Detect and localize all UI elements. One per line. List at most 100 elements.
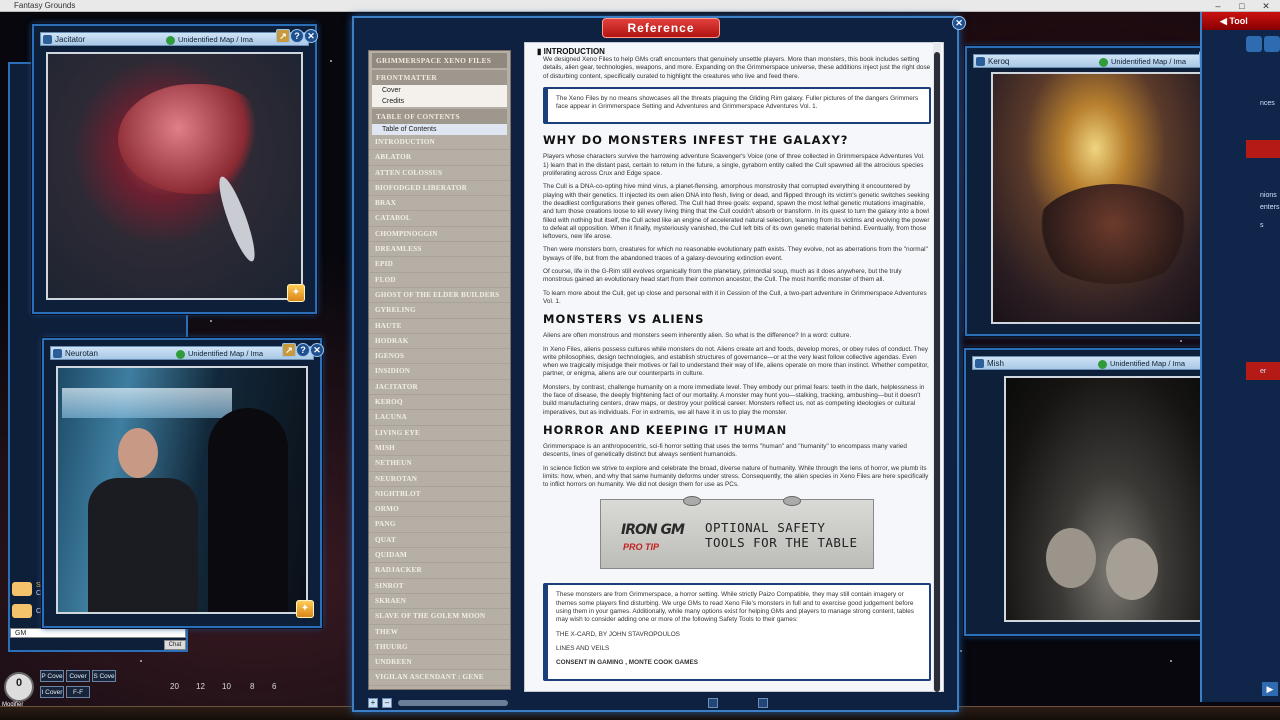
reference-window[interactable]: Reference ✕ Grimmerspace Xeno Files Fron… (352, 16, 966, 712)
toc-entry[interactable]: Quat (369, 533, 510, 549)
p-cover-button[interactable]: P Cove (40, 670, 64, 682)
i-cover-button[interactable]: I Cover (40, 686, 64, 698)
toc-entry[interactable]: Sinrot (369, 579, 510, 594)
toc-entry[interactable]: Flod (369, 273, 510, 288)
window-title-bar[interactable]: Neurotan Unidentified Map / Ima (50, 346, 314, 360)
library-item[interactable]: er (1260, 364, 1280, 380)
library-item[interactable]: enters (1260, 200, 1280, 216)
tool-header[interactable]: ◀ Tool (1202, 12, 1280, 30)
toc-entry[interactable]: Catabol (369, 211, 510, 227)
scrollbar-thumb[interactable] (934, 52, 940, 692)
toc-entry[interactable]: Quidam (369, 548, 510, 564)
toc-entry[interactable]: Igenos (369, 349, 510, 365)
remove-icon[interactable]: – (382, 698, 392, 708)
modifier-box[interactable]: 0 (4, 672, 34, 702)
window-title-bar[interactable]: Mish Unidentified Map / Ima (972, 356, 1236, 370)
d6-icon[interactable]: 6 (272, 682, 276, 691)
cover-button[interactable]: Cover (66, 670, 90, 682)
id-status[interactable]: Unidentified Map / Ima (1099, 56, 1186, 67)
share-icon[interactable]: ✦ (296, 600, 314, 618)
d8-icon[interactable]: 8 (250, 682, 254, 691)
play-icon[interactable]: ▶ (1262, 682, 1278, 696)
close-icon[interactable]: ✕ (952, 16, 966, 30)
toc-entry[interactable]: Mish (369, 441, 510, 457)
toc-entry[interactable]: Brax (369, 196, 510, 212)
toc-entry[interactable]: Dreamless (369, 242, 510, 258)
toc-entry[interactable]: Haute (369, 319, 510, 334)
library-item[interactable]: nces (1260, 96, 1280, 112)
document-scrollbar[interactable] (933, 42, 941, 692)
minimize-icon[interactable]: – (1206, 0, 1230, 12)
toc-entry[interactable]: Thuurg (369, 640, 510, 656)
chat-send-button[interactable]: Chat (164, 640, 186, 650)
toc-entry[interactable]: Epid (369, 257, 510, 273)
close-icon[interactable]: ✕ (1254, 0, 1278, 12)
image-window-neurotan[interactable]: Neurotan Unidentified Map / Ima ↗ ? ✕ ✦ (42, 338, 324, 628)
identified-toggle-icon[interactable] (1099, 57, 1108, 67)
library-item[interactable]: s (1260, 218, 1280, 234)
toc-entry[interactable]: Radjacker (369, 563, 510, 579)
toc-subitem[interactable]: Credits (372, 96, 507, 107)
share-icon[interactable]: ✦ (287, 284, 305, 302)
close-icon[interactable]: ✕ (304, 29, 318, 43)
d12-icon[interactable]: 12 (196, 682, 205, 691)
toc-entry[interactable]: Gyreling (369, 303, 510, 319)
toc-entry[interactable]: Neurotan (369, 472, 510, 487)
npc-icon[interactable] (1264, 36, 1280, 52)
toc-entry[interactable]: Atten Colossus (369, 166, 510, 181)
d10-icon[interactable]: 10 (222, 682, 231, 691)
image-window-jacitator[interactable]: Jacitator Unidentified Map / Ima ↗ ? ✕ ✦ (32, 24, 318, 314)
toc-entry[interactable]: Netheun (369, 456, 510, 472)
toc-entry[interactable]: Keroq (369, 395, 510, 411)
identified-toggle-icon[interactable] (1098, 359, 1107, 369)
identified-toggle-icon[interactable] (176, 349, 185, 359)
help-icon[interactable]: ? (296, 343, 310, 357)
table-of-contents[interactable]: Grimmerspace Xeno Files Frontmatter Cove… (368, 50, 511, 690)
tool-item-red[interactable] (1246, 140, 1280, 158)
toc-entry[interactable]: Skraen (369, 594, 510, 610)
toc-entry[interactable]: Chompinoggin (369, 227, 510, 243)
page-next-icon[interactable] (758, 698, 768, 708)
toc-entry[interactable]: Ablator (369, 150, 510, 166)
toc-entry[interactable]: Ghost of the Elder Builders (369, 288, 510, 304)
toc-entry[interactable]: Insidion (369, 364, 510, 380)
party-icon[interactable] (1246, 36, 1262, 52)
add-icon[interactable]: + (368, 698, 378, 708)
maximize-icon[interactable]: □ (1230, 0, 1254, 12)
s-cover-button[interactable]: S Cove (92, 670, 116, 682)
close-icon[interactable]: ✕ (310, 343, 324, 357)
page-prev-icon[interactable] (708, 698, 718, 708)
image-window-keroq[interactable]: KeroqUnidentified Map / Ima ↗ ? ✕ ✦ (965, 46, 1240, 336)
id-status[interactable]: Unidentified Map / Ima (166, 34, 253, 45)
id-status[interactable]: Unidentified Map / Ima (176, 348, 263, 359)
d20-icon[interactable]: 20 (170, 682, 179, 691)
window-title-bar[interactable]: Keroq Unidentified Map / Ima (973, 54, 1232, 68)
toc-header[interactable]: Grimmerspace Xeno Files (372, 53, 507, 68)
toc-entry[interactable]: Lacuna (369, 410, 510, 426)
toc-section-contents[interactable]: Table of Contents (372, 109, 507, 124)
toc-entry[interactable]: Jacitator (369, 380, 510, 396)
toc-entry[interactable]: Ormo (369, 502, 510, 518)
zoom-slider[interactable] (398, 700, 508, 706)
toc-section-frontmatter[interactable]: Frontmatter (372, 70, 507, 85)
toc-entry[interactable]: Biofodged Liberator (369, 181, 510, 197)
flatfooted-button[interactable]: F-F (66, 686, 90, 698)
toc-entry[interactable]: Introduction (369, 135, 510, 151)
id-status[interactable]: Unidentified Map / Ima (1098, 358, 1185, 369)
toc-subitem-selected[interactable]: Table of Contents (372, 124, 507, 135)
identified-toggle-icon[interactable] (166, 35, 175, 45)
help-icon[interactable]: ? (290, 29, 304, 43)
window-title-bar[interactable]: Jacitator Unidentified Map / Ima (40, 32, 309, 46)
toc-entry[interactable]: Slave of the Golem Moon (369, 609, 510, 625)
toc-entry[interactable]: Undreen (369, 655, 510, 671)
toc-entry[interactable]: Vigilan Ascendant : Gene (369, 670, 510, 686)
toc-entry[interactable]: Pang (369, 517, 510, 533)
link-icon[interactable]: ↗ (282, 343, 296, 357)
toc-entry[interactable]: Hodrak (369, 334, 510, 350)
toc-entry[interactable]: Living Eye (369, 426, 510, 441)
chat-identity-select[interactable]: GM (10, 628, 186, 638)
link-icon[interactable]: ↗ (276, 29, 290, 43)
toc-subitem[interactable]: Cover (372, 85, 507, 96)
toc-entry[interactable]: Nightblot (369, 487, 510, 503)
toc-entry[interactable]: Thew (369, 625, 510, 640)
